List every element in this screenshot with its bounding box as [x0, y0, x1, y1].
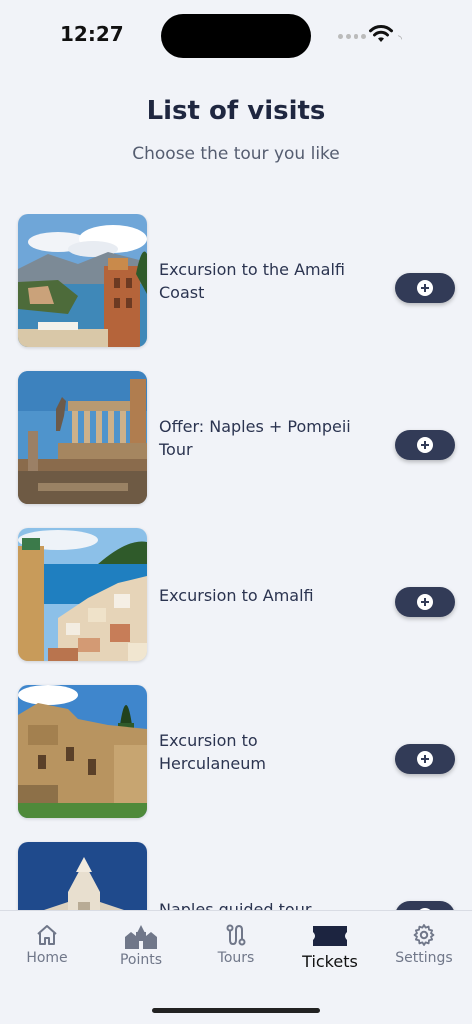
tab-bar: Home Points Tours Tickets Settings	[0, 910, 472, 1024]
home-icon	[37, 925, 57, 945]
tab-label: Settings	[395, 950, 453, 966]
plus-circle-icon	[417, 594, 433, 610]
herculaneum-ruins-photo	[18, 685, 147, 818]
tab-label: Tours	[217, 950, 255, 966]
tab-points[interactable]: Points	[101, 923, 181, 968]
tab-label: Tickets	[302, 952, 358, 971]
tab-home[interactable]: Home	[7, 923, 87, 966]
tour-thumbnail[interactable]	[18, 371, 147, 504]
tour-title[interactable]: Offer: Naples + Pompeii Tour	[159, 415, 369, 461]
plus-circle-icon	[417, 437, 433, 453]
signal-icon	[338, 34, 366, 40]
tab-tickets[interactable]: Tickets	[290, 923, 370, 971]
wifi-icon	[369, 25, 393, 42]
add-tour-button[interactable]	[395, 901, 455, 910]
status-time: 12:27	[60, 22, 124, 46]
gear-icon	[413, 924, 435, 946]
tour-thumbnail[interactable]	[18, 685, 147, 818]
tour-thumbnail[interactable]	[18, 528, 147, 661]
page-title: List of visits	[146, 96, 326, 126]
points-icon	[125, 925, 157, 949]
add-tour-button[interactable]	[395, 587, 455, 617]
add-tour-button[interactable]	[395, 744, 455, 774]
status-bar: 12:27 ◝	[0, 0, 472, 70]
tour-row[interactable]: Offer: Naples + Pompeii Tour	[0, 371, 472, 507]
sorrento-coast-photo	[18, 214, 147, 347]
add-tour-button[interactable]	[395, 430, 455, 460]
route-icon	[226, 924, 246, 946]
tour-thumbnail[interactable]	[18, 214, 147, 347]
pompeii-ruins-photo	[18, 371, 147, 504]
tour-title[interactable]: Excursion to Amalfi	[159, 584, 369, 607]
naples-cathedral-photo	[18, 842, 147, 910]
tour-title[interactable]: Excursion to Herculaneum	[159, 729, 369, 775]
tour-row[interactable]: Excursion to Herculaneum	[0, 685, 472, 821]
tour-list[interactable]: Excursion to the Amalfi Coast Offer: Nap…	[0, 214, 472, 910]
tab-tours[interactable]: Tours	[196, 923, 276, 966]
tour-row[interactable]: Naples guided tour	[0, 842, 472, 910]
dynamic-island	[161, 14, 311, 58]
battery-icon: ◝	[398, 34, 402, 45]
ticket-icon	[313, 926, 347, 946]
tour-title[interactable]: Naples guided tour	[159, 898, 369, 910]
tour-row[interactable]: Excursion to Amalfi	[0, 528, 472, 664]
plus-circle-icon	[417, 280, 433, 296]
tour-row[interactable]: Excursion to the Amalfi Coast	[0, 214, 472, 350]
page-subtitle: Choose the tour you like	[132, 144, 340, 164]
tour-title[interactable]: Excursion to the Amalfi Coast	[159, 258, 369, 304]
tab-label: Points	[119, 952, 163, 968]
plus-circle-icon	[417, 751, 433, 767]
home-indicator[interactable]	[152, 1008, 320, 1013]
tab-label: Home	[26, 950, 68, 966]
tab-settings[interactable]: Settings	[384, 923, 464, 966]
tour-thumbnail[interactable]	[18, 842, 147, 910]
amalfi-town-photo	[18, 528, 147, 661]
add-tour-button[interactable]	[395, 273, 455, 303]
